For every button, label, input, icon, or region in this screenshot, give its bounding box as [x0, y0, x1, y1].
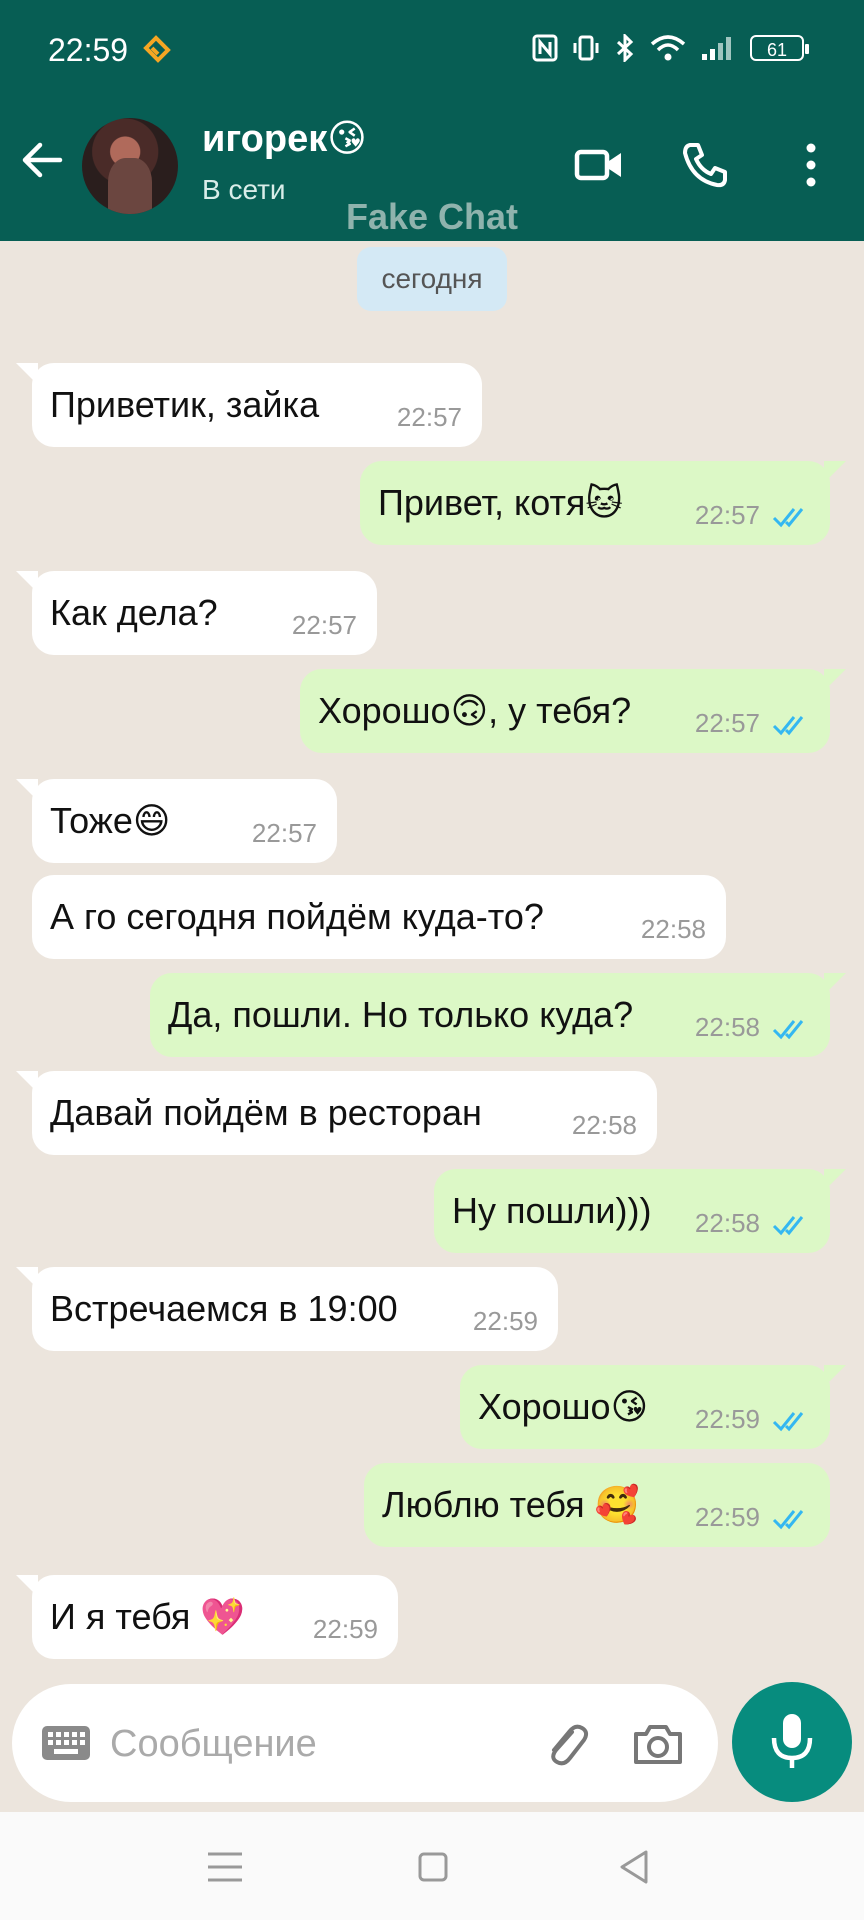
message-text: Хорошо🙃, у тебя?	[318, 690, 632, 731]
keyboard-icon[interactable]	[40, 1722, 92, 1764]
message-time: 22:57	[396, 402, 462, 432]
home-nav-icon[interactable]	[408, 1842, 458, 1892]
message-text: Приветик, зайка	[50, 384, 320, 425]
back-arrow-icon[interactable]	[20, 138, 64, 182]
message-time: 22:57	[694, 500, 760, 530]
message-outgoing[interactable]: Да, пошли. Но только куда? 22:58	[150, 973, 846, 1057]
message-incoming[interactable]: Тоже😄 22:57	[16, 779, 337, 863]
message-time: 22:59	[312, 1614, 378, 1644]
read-receipt-icon	[772, 1510, 804, 1530]
system-nav-bar	[0, 1812, 864, 1920]
message-incoming[interactable]: Как дела? 22:57	[16, 571, 377, 655]
message-time: 22:59	[694, 1502, 760, 1532]
menu-nav-icon[interactable]	[200, 1842, 250, 1892]
message-text: А го сегодня пойдём куда-то?	[50, 896, 544, 937]
nfc-icon	[532, 34, 558, 62]
message-incoming[interactable]: И я тебя 💖 22:59	[16, 1575, 398, 1659]
message-time: 22:57	[251, 818, 317, 848]
contact-name[interactable]: игорек😘	[202, 116, 367, 161]
voice-call-icon[interactable]	[680, 140, 730, 190]
message-text: Да, пошли. Но только куда?	[168, 994, 634, 1035]
status-icons: 61	[532, 34, 809, 62]
app-notification-icon	[143, 35, 171, 63]
bluetooth-icon	[616, 34, 634, 62]
message-outgoing[interactable]: Хорошо😘 22:59	[460, 1365, 846, 1449]
message-text: И я тебя 💖	[50, 1596, 246, 1637]
message-incoming[interactable]: Давай пойдём в ресторан 22:58	[16, 1071, 657, 1155]
message-incoming[interactable]: А го сегодня пойдём куда-то? 22:58	[32, 875, 726, 959]
camera-icon[interactable]	[632, 1720, 684, 1768]
more-options-icon[interactable]	[786, 140, 836, 190]
back-nav-icon[interactable]	[610, 1842, 660, 1892]
message-input[interactable]	[108, 1714, 532, 1774]
message-text: Люблю тебя 🥰	[382, 1484, 640, 1525]
message-text: Привет, котя🐱	[378, 482, 623, 523]
read-receipt-icon	[772, 716, 804, 736]
read-receipt-icon	[772, 1020, 804, 1040]
message-time: 22:59	[694, 1404, 760, 1434]
message-time: 22:58	[694, 1012, 760, 1042]
chat-area[interactable]: сегодня Приветик, зайка 22:57 Привет, ко…	[0, 241, 864, 1681]
attach-icon[interactable]	[542, 1720, 590, 1768]
read-receipt-icon	[772, 1412, 804, 1432]
message-text: Тоже😄	[50, 800, 171, 841]
message-time: 22:57	[694, 708, 760, 738]
message-text: Ну пошли)))	[452, 1190, 652, 1231]
message-time: 22:58	[571, 1110, 637, 1140]
vibrate-icon	[573, 35, 599, 61]
battery-indicator: 61	[750, 35, 809, 61]
message-incoming[interactable]: Встречаемся в 19:00 22:59	[16, 1267, 558, 1351]
read-receipt-icon	[772, 1216, 804, 1236]
message-time: 22:58	[640, 914, 706, 944]
message-text: Встречаемся в 19:00	[50, 1288, 398, 1329]
message-outgoing[interactable]: Привет, котя🐱 22:57	[360, 461, 846, 545]
message-time: 22:59	[472, 1306, 538, 1336]
status-bar: 22:59 61	[0, 0, 864, 100]
watermark: Fake Chat	[345, 196, 519, 237]
message-text: Давай пойдём в ресторан	[50, 1092, 482, 1133]
signal-icon	[702, 37, 731, 60]
message-text: Хорошо😘	[478, 1386, 649, 1427]
message-incoming[interactable]: Приветик, зайка 22:57	[16, 363, 482, 447]
message-outgoing[interactable]: Люблю тебя 🥰 22:59	[364, 1463, 830, 1547]
message-outgoing[interactable]: Хорошо🙃, у тебя? 22:57	[300, 669, 846, 753]
read-receipt-icon	[772, 508, 804, 528]
date-separator: сегодня	[357, 247, 507, 311]
video-call-icon[interactable]	[574, 140, 624, 190]
microphone-icon	[771, 1714, 813, 1768]
message-time: 22:57	[291, 610, 357, 640]
wifi-icon	[650, 35, 686, 61]
message-text: Как дела?	[50, 592, 218, 633]
status-time: 22:59	[48, 32, 129, 68]
message-time: 22:58	[694, 1208, 760, 1238]
message-composer	[12, 1684, 718, 1802]
message-outgoing[interactable]: Ну пошли))) 22:58	[434, 1169, 846, 1253]
voice-record-button[interactable]	[732, 1682, 852, 1802]
